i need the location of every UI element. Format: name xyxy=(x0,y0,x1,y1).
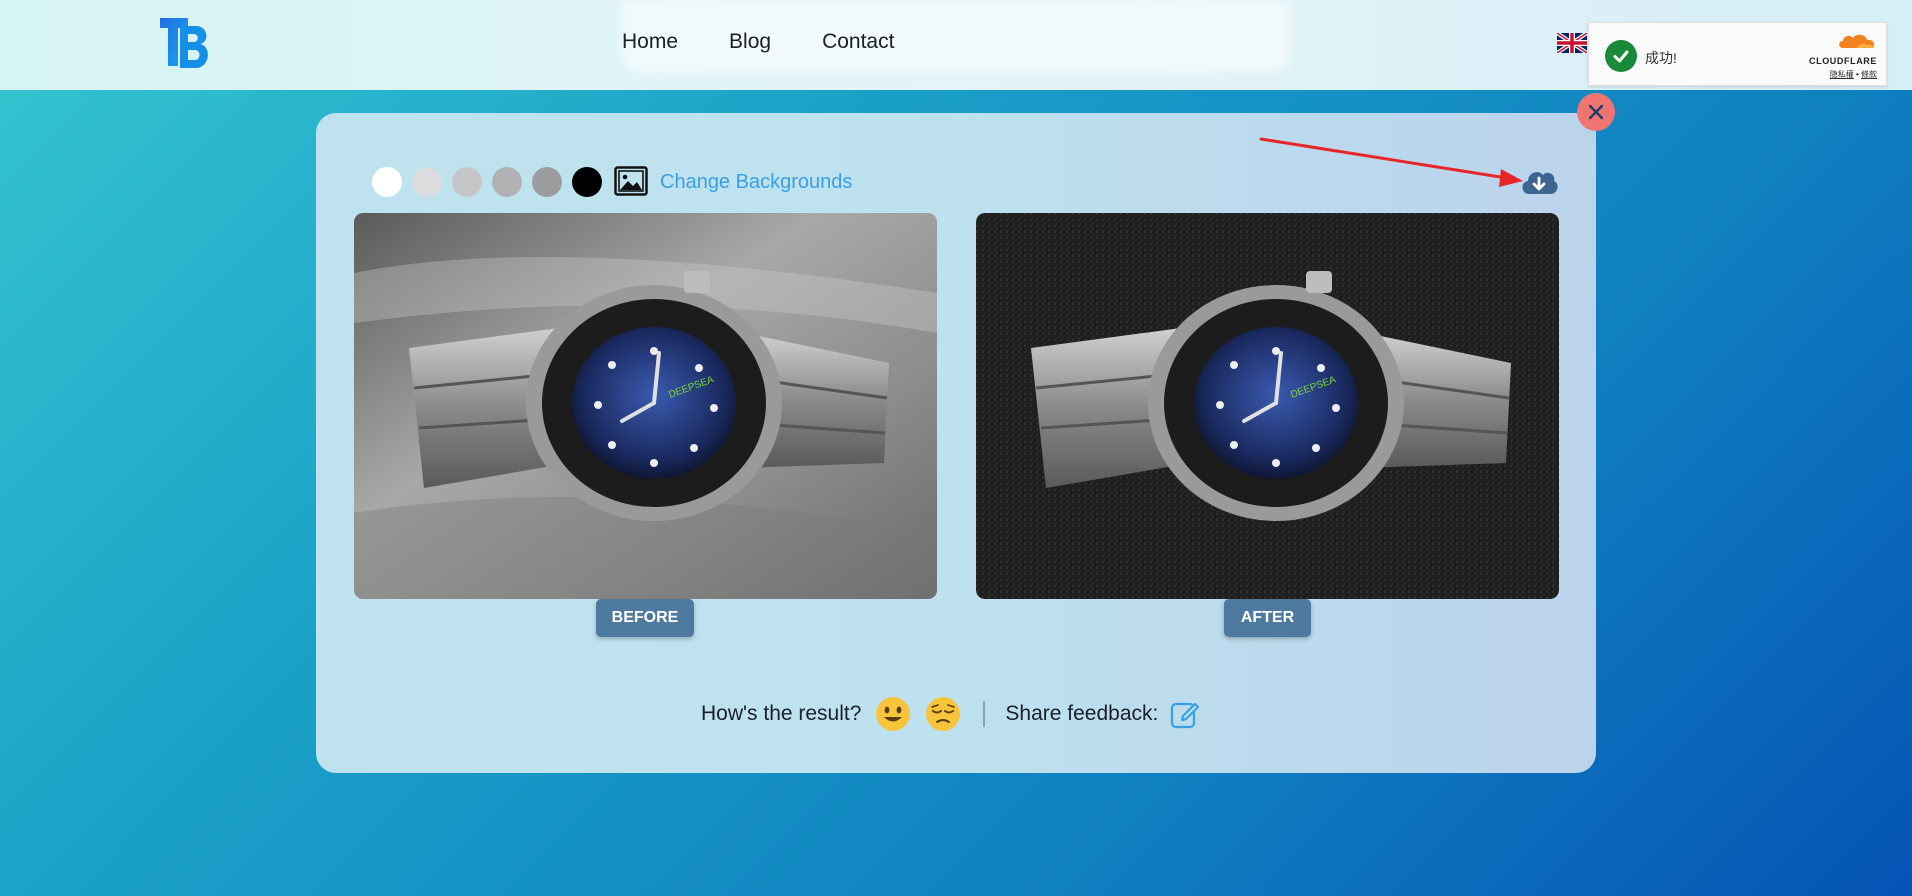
terms-link[interactable]: 條款 xyxy=(1861,70,1877,79)
nav-home[interactable]: Home xyxy=(622,30,678,54)
nav-blog[interactable]: Blog xyxy=(729,30,771,54)
cloud-download-icon[interactable] xyxy=(1520,166,1558,196)
swatch-white[interactable] xyxy=(372,167,402,197)
swatch-black[interactable] xyxy=(572,167,602,197)
tb-logo-icon[interactable] xyxy=(158,16,212,70)
feedback-question: How's the result? xyxy=(701,702,862,725)
cloudflare-logo: CLOUDFLARE 隐私權 • 條款 xyxy=(1797,33,1877,79)
cloudflare-links: 隐私權 • 條款 xyxy=(1797,69,1877,80)
swatch-light-gray[interactable] xyxy=(412,167,442,197)
check-circle-icon xyxy=(1605,40,1637,72)
sad-emoji-icon[interactable] xyxy=(925,696,961,732)
before-label: BEFORE xyxy=(596,599,694,637)
close-button[interactable] xyxy=(1577,93,1615,131)
feedback-row: How's the result? Share feedback: xyxy=(701,694,1200,734)
feedback-divider xyxy=(983,701,986,727)
annotation-arrow xyxy=(1259,137,1523,187)
swatch-gray[interactable] xyxy=(492,167,522,197)
before-image: DEEPSEA xyxy=(354,213,937,599)
cloudflare-cloud-icon xyxy=(1839,34,1875,48)
change-backgrounds-link[interactable]: Change Backgrounds xyxy=(660,171,852,194)
nav-contact[interactable]: Contact xyxy=(822,30,894,54)
after-image: DEEPSEA xyxy=(976,213,1559,599)
share-feedback-label: Share feedback: xyxy=(1005,702,1159,725)
image-icon[interactable] xyxy=(614,166,648,196)
cloudflare-brand: CLOUDFLARE xyxy=(1809,56,1877,66)
privacy-link[interactable]: 隐私權 xyxy=(1830,70,1854,79)
uk-flag-icon[interactable] xyxy=(1557,33,1587,53)
background-swatches xyxy=(372,167,602,197)
cloudflare-status: 成功! xyxy=(1645,50,1677,66)
main-nav: Home Blog Contact xyxy=(622,30,894,54)
cloudflare-turnstile-widget: 成功! CLOUDFLARE 隐私權 • 條款 xyxy=(1588,22,1887,86)
swatch-dark-gray[interactable] xyxy=(532,167,562,197)
swatch-silver[interactable] xyxy=(452,167,482,197)
after-label: AFTER xyxy=(1224,599,1311,637)
links-separator: • xyxy=(1855,70,1859,79)
happy-emoji-icon[interactable] xyxy=(875,696,911,732)
close-icon xyxy=(1588,104,1604,120)
edit-icon[interactable] xyxy=(1170,699,1200,729)
